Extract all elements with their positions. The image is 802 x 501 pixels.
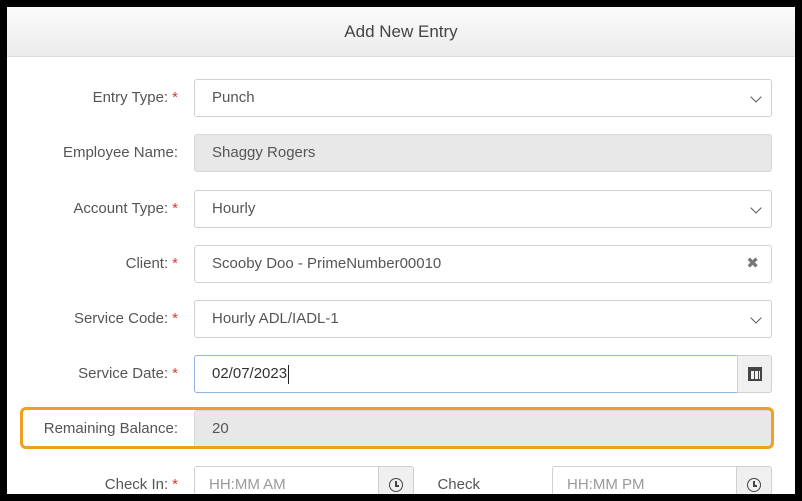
required-marker: *	[172, 365, 178, 382]
account-type-select[interactable]: Hourly	[194, 190, 772, 228]
chevron-down-icon	[750, 202, 762, 214]
check-out-time-button[interactable]	[736, 466, 772, 494]
entry-type-label: Entry Type: *	[92, 89, 178, 106]
employee-name-label: Employee Name:	[62, 144, 178, 161]
required-marker: *	[172, 200, 178, 217]
add-entry-modal: Add New Entry Entry Type: * Punch Employe…	[7, 7, 795, 494]
employee-name-field: Shaggy Rogers	[194, 134, 772, 172]
account-type-label: Account Type: *	[73, 200, 178, 217]
calendar-icon	[748, 367, 762, 381]
check-out-input[interactable]: HH:MM PM	[552, 466, 737, 494]
entry-type-select[interactable]: Punch	[194, 79, 772, 117]
modal-title: Add New Entry	[7, 7, 795, 57]
date-picker-button[interactable]	[737, 355, 772, 393]
check-in-label: Check In: *	[104, 476, 178, 493]
service-code-select[interactable]: Hourly ADL/IADL-1	[194, 300, 772, 338]
service-code-label: Service Code: *	[73, 310, 178, 327]
required-marker: *	[172, 476, 178, 493]
check-out-label: Check	[437, 476, 480, 493]
text-cursor	[288, 364, 290, 384]
remaining-balance-field: 20	[194, 410, 772, 448]
chevron-down-icon	[750, 312, 762, 324]
client-label: Client: *	[125, 255, 178, 272]
required-marker: *	[172, 89, 178, 106]
client-select[interactable]: Scooby Doo - PrimeNumber00010 ✖	[194, 245, 772, 283]
clock-icon	[747, 478, 761, 492]
service-date-label: Service Date: *	[78, 365, 178, 382]
remaining-balance-label: Remaining Balance:	[43, 420, 178, 437]
chevron-down-icon	[750, 91, 762, 103]
required-marker: *	[172, 255, 178, 272]
service-date-input[interactable]: 02/07/2023	[194, 355, 737, 393]
required-marker: *	[172, 310, 178, 327]
close-icon[interactable]: ✖	[746, 246, 759, 282]
